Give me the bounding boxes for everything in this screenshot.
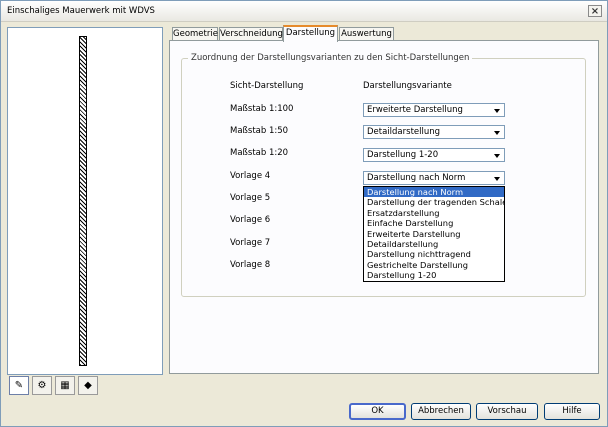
preview-button[interactable]: Vorschau xyxy=(476,403,538,420)
dropdown-option[interactable]: Gestrichelte Darstellung xyxy=(364,260,504,270)
row-label-vorlage-7: Vorlage 7 xyxy=(230,238,271,248)
tab-panel-darstellung: Zuordnung der Darstellungsvarianten zu d… xyxy=(169,40,599,374)
help-button[interactable]: Hilfe xyxy=(544,403,600,420)
wall-preview xyxy=(7,27,163,375)
row-label-vorlage-8: Vorlage 8 xyxy=(230,260,271,270)
row-label-vorlage-5: Vorlage 5 xyxy=(230,193,271,203)
gears-icon[interactable]: ⚙ xyxy=(32,376,52,395)
variant-select-vorlage-4[interactable]: Darstellung nach Norm xyxy=(363,171,505,185)
row-label-vorlage-4: Vorlage 4 xyxy=(230,171,271,181)
tab-darstellung[interactable]: Darstellung xyxy=(283,25,338,42)
row-label-1-20: Maßstab 1:20 xyxy=(230,148,289,158)
column-header-variant: Darstellungsvariante xyxy=(363,81,452,91)
variant-select-1-50[interactable]: Detaildarstellung xyxy=(363,125,505,139)
dropdown-option[interactable]: Ersatzdarstellung xyxy=(364,208,504,218)
row-label-1-100: Maßstab 1:100 xyxy=(230,104,294,114)
tag-icon[interactable]: ◆ xyxy=(78,376,98,395)
row-label-1-50: Maßstab 1:50 xyxy=(230,126,289,136)
variant-dropdown-list: Darstellung nach Norm Darstellung der tr… xyxy=(363,186,505,282)
dropdown-option[interactable]: Darstellung der tragenden Schalen xyxy=(364,197,504,207)
dropdown-option[interactable]: Einfache Darstellung xyxy=(364,218,504,228)
title-bar[interactable]: Einschaliges Mauerwerk mit WDVS × xyxy=(1,1,607,22)
pencil-icon[interactable]: ✎ xyxy=(9,376,29,395)
window-title: Einschaliges Mauerwerk mit WDVS xyxy=(7,6,155,16)
dropdown-option[interactable]: Darstellung 1-20 xyxy=(364,270,504,280)
group-legend: Zuordnung der Darstellungsvarianten zu d… xyxy=(188,53,473,63)
table-icon[interactable]: ▦ xyxy=(55,376,75,395)
wall-section-graphic xyxy=(79,36,87,366)
cancel-button[interactable]: Abbrechen xyxy=(411,403,471,420)
dropdown-option[interactable]: Darstellung nach Norm xyxy=(364,187,504,198)
chevron-down-icon xyxy=(494,109,500,113)
column-header-view: Sicht-Darstellung xyxy=(230,81,304,91)
dropdown-option[interactable]: Detaildarstellung xyxy=(364,239,504,249)
dropdown-option[interactable]: Darstellung nichttragend xyxy=(364,249,504,259)
chevron-down-icon xyxy=(494,154,500,158)
variant-select-1-100[interactable]: Erweiterte Darstellung xyxy=(363,103,505,117)
variant-select-1-20[interactable]: Darstellung 1-20 xyxy=(363,148,505,162)
chevron-down-icon xyxy=(494,131,500,135)
tab-auswertung[interactable]: Auswertung xyxy=(339,27,394,40)
row-label-vorlage-6: Vorlage 6 xyxy=(230,215,271,225)
tab-geometrie[interactable]: Geometrie xyxy=(172,27,218,40)
preview-toolbar: ✎ ⚙ ▦ ◆ xyxy=(7,376,161,396)
close-button[interactable]: × xyxy=(588,5,602,17)
tab-verschneidung[interactable]: Verschneidung xyxy=(219,27,283,40)
assignment-group: Zuordnung der Darstellungsvarianten zu d… xyxy=(181,53,586,297)
dropdown-option[interactable]: Erweiterte Darstellung xyxy=(364,229,504,239)
dialog-window: Einschaliges Mauerwerk mit WDVS × ✎ ⚙ ▦ … xyxy=(0,0,608,427)
ok-button[interactable]: OK xyxy=(349,403,406,420)
chevron-down-icon xyxy=(494,177,500,181)
